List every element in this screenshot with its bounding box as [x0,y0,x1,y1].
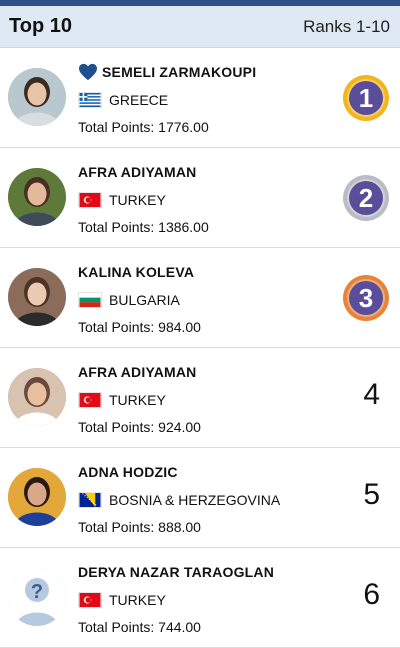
greece-flag [78,92,102,108]
athlete-info: KALINA KOLEVA BULGARIA Total Points: 984.0… [78,262,310,335]
athlete-name: AFRA ADIYAMAN [78,164,197,180]
page-title: Top 10 [9,15,72,37]
athlete-avatar [8,68,66,126]
total-points: Total Points: 888.00 [78,519,201,535]
country-line: TURKEY [78,191,310,209]
athlete-info: ADNA HODZIC BOSNIA & HERZEGOVINA Total Poi… [78,462,310,535]
ranking-row[interactable]: ADNA HODZIC BOSNIA & HERZEGOVINA Total Poi… [0,448,400,548]
athlete-name: DERYA NAZAR TARAOGLAN [78,564,275,580]
athlete-name: KALINA KOLEVA [78,264,195,280]
list-header: Top 10 Ranks 1-10 [0,6,400,48]
country-line: TURKEY [78,391,310,409]
rank-number: 4 [363,378,380,411]
svg-text:3: 3 [359,283,373,313]
ranking-row[interactable]: AFRA ADIYAMAN TURKEY Total Points: 1386.00… [0,148,400,248]
bosnia-herzegovina-flag [78,492,102,508]
turkey-flag [78,192,102,208]
country-name: GREECE [109,92,169,108]
rank-silver-medal: 2 [342,174,390,222]
rank-number: 5 [363,478,380,511]
athlete-avatar [8,268,66,326]
athlete-avatar [8,368,66,426]
heart-icon[interactable] [78,63,98,81]
total-points: Total Points: 1776.00 [78,119,209,135]
athlete-info: DERYA NAZAR TARAOGLAN TURKEY Total Points:… [78,562,310,635]
total-points: Total Points: 924.00 [78,419,201,435]
athlete-avatar [8,468,66,526]
athlete-info: SEMELI ZARMAKOUPI GREECE Total Points: 177… [78,62,310,135]
turkey-flag [78,392,102,408]
country-line: BOSNIA & HERZEGOVINA [78,491,310,509]
athlete-avatar [8,168,66,226]
rank-bronze-medal: 3 [342,274,390,322]
name-line: DERYA NAZAR TARAOGLAN [78,562,310,582]
country-name: TURKEY [109,192,166,208]
total-points: Total Points: 984.00 [78,319,201,335]
unknown-user-icon: ? [8,568,66,626]
ranking-row[interactable]: KALINA KOLEVA BULGARIA Total Points: 984.0… [0,248,400,348]
bulgaria-flag [78,292,102,308]
turkey-flag [78,592,102,608]
rank-number: 6 [363,578,380,611]
rank-gold-medal: 1 [342,74,390,122]
ranks-range-label: Ranks 1-10 [303,16,390,36]
country-line: BULGARIA [78,291,310,309]
athlete-info: AFRA ADIYAMAN TURKEY Total Points: 1386.00 [78,162,310,235]
svg-text:?: ? [31,581,43,603]
name-line: AFRA ADIYAMAN [78,162,310,182]
country-name: BOSNIA & HERZEGOVINA [109,492,281,508]
total-points: Total Points: 1386.00 [78,219,209,235]
athlete-info: AFRA ADIYAMAN TURKEY Total Points: 924.00 [78,362,310,435]
name-line: AFRA ADIYAMAN [78,362,310,382]
name-line: KALINA KOLEVA [78,262,310,282]
country-name: TURKEY [109,592,166,608]
svg-text:2: 2 [359,183,373,213]
ranking-list: SEMELI ZARMAKOUPI GREECE Total Points: 177… [0,48,400,648]
ranking-row[interactable]: ? DERYA NAZAR TARAOGLAN TURKEY Total Points… [0,548,400,648]
svg-text:1: 1 [359,83,373,113]
country-line: GREECE [78,91,310,109]
athlete-name: AFRA ADIYAMAN [78,364,197,380]
name-line: ADNA HODZIC [78,462,310,482]
total-points: Total Points: 744.00 [78,619,201,635]
ranking-row[interactable]: SEMELI ZARMAKOUPI GREECE Total Points: 177… [0,48,400,148]
country-line: TURKEY [78,591,310,609]
athlete-name: ADNA HODZIC [78,464,178,480]
ranking-row[interactable]: AFRA ADIYAMAN TURKEY Total Points: 924.00 4 [0,348,400,448]
athlete-name: SEMELI ZARMAKOUPI [102,64,257,80]
country-name: TURKEY [109,392,166,408]
name-line: SEMELI ZARMAKOUPI [78,62,310,82]
country-name: BULGARIA [109,292,180,308]
